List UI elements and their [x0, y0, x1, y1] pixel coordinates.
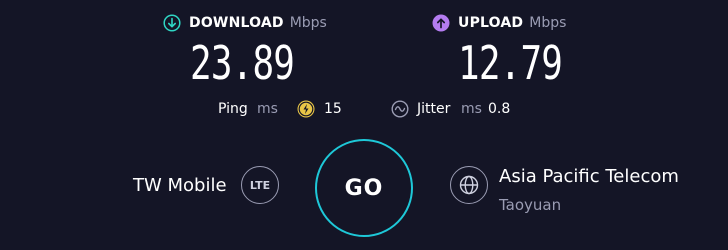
- download-header: DOWNLOAD Mbps: [163, 13, 327, 33]
- upload-label: UPLOAD: [458, 15, 524, 31]
- jitter-unit: ms: [461, 101, 482, 117]
- download-label: DOWNLOAD: [189, 15, 284, 31]
- jitter-value: 0.8: [488, 101, 511, 117]
- server-location: Taoyuan: [499, 196, 562, 214]
- lte-badge: LTE: [241, 166, 279, 204]
- download-value: 23.89: [190, 36, 295, 90]
- upload-arrow-icon: [432, 14, 450, 32]
- ping-unit: ms: [257, 101, 278, 117]
- jitter-label: Jitter: [417, 101, 451, 117]
- go-button-label: GO: [344, 175, 384, 201]
- ping-bolt-icon: [297, 100, 315, 118]
- ping-label: Ping: [218, 101, 248, 117]
- server-globe-badge: [450, 166, 488, 204]
- upload-value: 12.79: [458, 36, 563, 90]
- server-name[interactable]: Asia Pacific Telecom: [499, 166, 679, 187]
- provider-name[interactable]: TW Mobile: [133, 175, 227, 196]
- lte-badge-label: LTE: [249, 178, 271, 192]
- download-unit: Mbps: [289, 15, 327, 31]
- jitter-wave-icon: [391, 100, 409, 118]
- download-arrow-icon: [163, 14, 181, 32]
- upload-unit: Mbps: [529, 15, 567, 31]
- globe-icon: [459, 175, 479, 195]
- ping-value: 15: [324, 101, 342, 117]
- go-button[interactable]: GO: [315, 139, 413, 237]
- upload-header: UPLOAD Mbps: [432, 13, 566, 33]
